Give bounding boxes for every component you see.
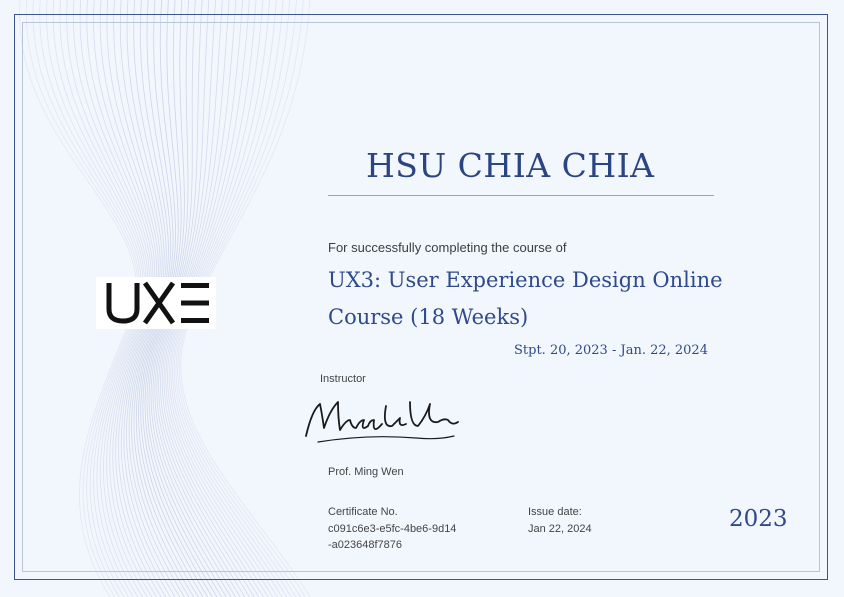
- certificate-number-label: Certificate No.: [328, 506, 398, 518]
- course-title: UX3: User Experience Design Online Cours…: [328, 268, 723, 329]
- course-dates: Stpt. 20, 2023 - Jan. 22, 2024: [514, 343, 708, 358]
- certificate: HSU CHIA CHIA For successfully completin…: [0, 0, 844, 597]
- issue-date-label: Issue date:: [528, 506, 582, 518]
- certificate-year: 2023: [729, 506, 788, 532]
- instructor-label: Instructor: [320, 373, 366, 385]
- recipient-name: HSU CHIA CHIA: [366, 146, 655, 185]
- completion-text: For successfully completing the course o…: [328, 240, 567, 255]
- issue-date: Jan 22, 2024: [528, 523, 592, 535]
- instructor-signature: [305, 401, 459, 443]
- uxe-logo: [96, 277, 216, 329]
- instructor-name: Prof. Ming Wen: [328, 466, 404, 478]
- name-underline: [328, 195, 714, 196]
- uxe-logo-icon: [106, 281, 209, 325]
- certificate-number: c091c6e3-e5fc-4be6-9d14-a023648f7876: [328, 523, 457, 551]
